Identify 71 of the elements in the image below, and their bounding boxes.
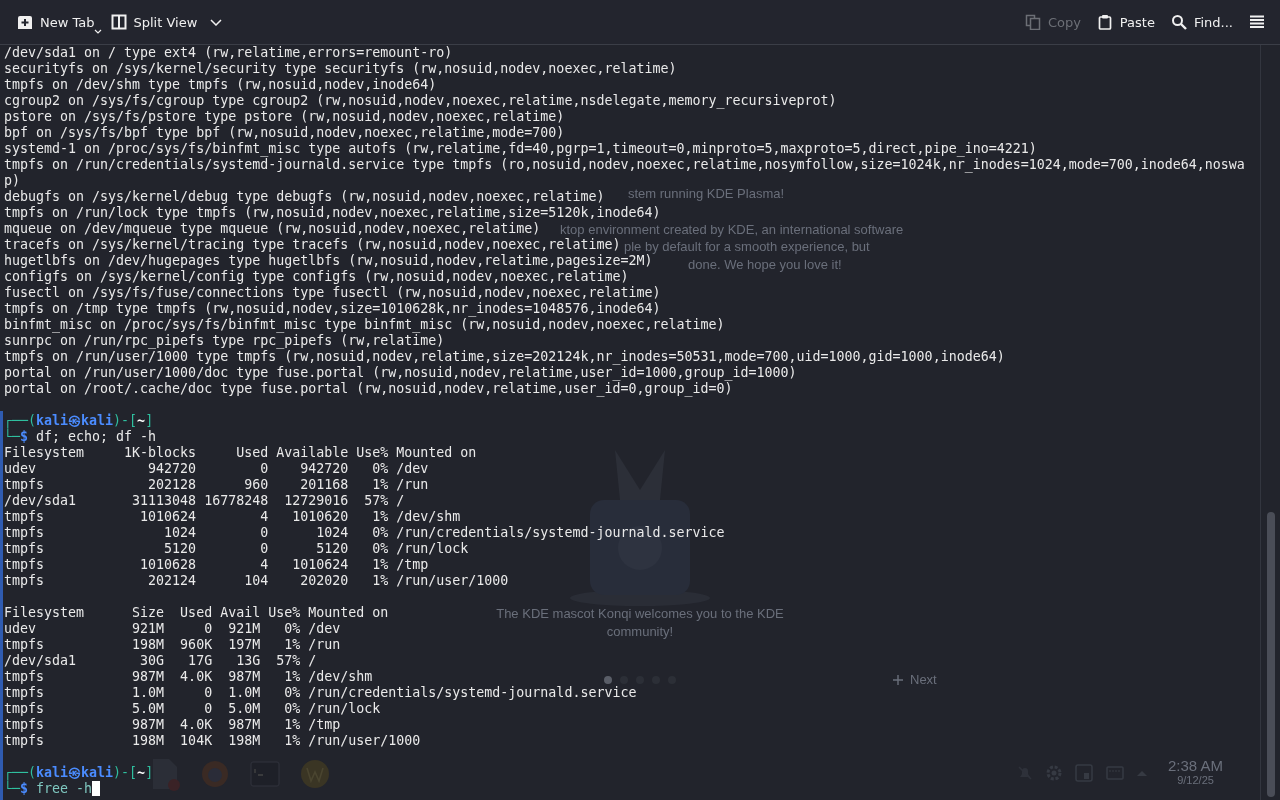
terminal-icon (250, 761, 280, 787)
prompt-user-host: kali㉿kali (36, 413, 114, 428)
prompt-sign: $ (20, 429, 29, 444)
output-line: tmpfs 202124 104 202020 1% /run/user/1000 (4, 573, 509, 589)
output-line: tracefs on /sys/kernel/tracing type tracefs (rw,nosuid,nodev,noexec,relatime) (4, 237, 621, 253)
output-line: tmpfs on /tmp type tmpfs (rw,nosuid,nodev,size=1010628k,nr_inodes=1048576,inode64) (4, 301, 661, 317)
output-line: /dev/sda1 31113048 16778248 12729016 57% / (4, 493, 405, 509)
output-line: tmpfs 1010624 4 1010620 1% /dev/shm (4, 509, 461, 525)
document-icon (150, 757, 180, 791)
paste-button[interactable]: Paste (1089, 10, 1162, 34)
output-line: tmpfs 202128 960 201168 1% /run (4, 477, 429, 493)
command-text: free -h (36, 781, 93, 796)
output-line: /dev/sda1 on / type ext4 (rw,relatime,errors=remount-ro) (4, 45, 453, 61)
output-line: tmpfs 987M 4.0K 987M 1% /tmp (4, 717, 341, 733)
prompt-bracket: └─ (4, 429, 20, 444)
welcome-text: ktop environment created by KDE, an international software (560, 222, 904, 237)
prompt-bracket: ┌──( (4, 413, 37, 428)
output-line: tmpfs 1.0M 0 1.0M 0% /run/credentials/systemd-journald.service (4, 685, 637, 701)
app-icon (300, 759, 330, 789)
output-line: tmpfs on /run/user/1000 type tmpfs (rw,nosuid,nodev,relatime,size=202124k,nr_inodes=50531,mode=700,uid=1000,gid=1000,inode64) (4, 349, 1005, 365)
output-line: tmpfs on /run/credentials/systemd-journald.service type tmpfs (ro,nosuid,nodev,noexec,relatime,nosymfollow,size=1024k,nr_inodes=1024,mode=700,inode64,noswap) (4, 157, 1246, 189)
output-line: udev 921M 0 921M 0% /dev (4, 621, 341, 637)
output-line: tmpfs 198M 104K 198M 1% /run/user/1000 (4, 733, 421, 749)
mascot-caption: The KDE mascot Konqi welcomes you to the KDE community! (495, 605, 785, 641)
output-line: sunrpc on /run/rpc_pipefs type rpc_pipefs (rw,relatime) (4, 333, 445, 349)
output-line: binfmt_misc on /proc/sys/fs/binfmt_misc type binfmt_misc (rw,nosuid,nodev,noexec,relatime) (4, 317, 725, 333)
prompt-bracket: ] (145, 765, 154, 780)
output-line: debugfs on /sys/kernel/debug type debugfs (rw,nosuid,nodev,noexec,relatime) (4, 189, 605, 205)
page-dot[interactable] (604, 676, 612, 684)
output-line: cgroup2 on /sys/fs/cgroup type cgroup2 (rw,nosuid,nodev,noexec,relatime,nsdelegate,memory_recursiveprot) (4, 93, 837, 109)
output-line: /dev/sda1 30G 17G 13G 57% / (4, 653, 317, 669)
output-line: mqueue on /dev/mqueue type mqueue (rw,nosuid,nodev,noexec,relatime) (4, 221, 541, 237)
output-line: portal on /run/user/1000/doc type fuse.portal (rw,nosuid,nodev,relatime,user_id=1000,group_id=1000) (4, 365, 797, 381)
output-line: systemd-1 on /proc/sys/fs/binfmt_misc type autofs (rw,relatime,fd=40,pgrp=1,timeout=0,minproto=5,maxproto=5,direct,pipe_ino=4221) (4, 141, 1037, 157)
prompt-bracket: )-[ (113, 765, 138, 780)
welcome-text: ple by default for a smooth experience, but (624, 239, 870, 254)
prompt-directory: ~ (137, 413, 146, 428)
find-button[interactable]: Find... (1163, 10, 1240, 34)
output-line: Filesystem Size Used Avail Use% Mounted on (4, 605, 389, 621)
output-line: tmpfs 5.0M 0 5.0M 0% /run/lock (4, 701, 381, 717)
new-tab-button[interactable]: New Tab (10, 10, 102, 34)
output-line: tmpfs on /run/lock type tmpfs (rw,nosuid,nodev,noexec,relatime,size=5120k,inode64) (4, 205, 661, 221)
gear-icon (1046, 764, 1062, 781)
output-line: tmpfs 5120 0 5120 0% /run/lock (4, 541, 469, 557)
welcome-text: done. We hope you love it! (688, 257, 842, 272)
output-line: fusectl on /sys/fs/fuse/connections type fusectl (rw,nosuid,nodev,noexec,relatime) (4, 285, 661, 301)
prompt-bracket: ] (145, 413, 154, 428)
prompt-user-host: kali㉿kali (36, 765, 114, 780)
prompt-bracket: ┌──( (4, 765, 37, 780)
browser-icon (200, 759, 230, 789)
output-line: pstore on /sys/fs/pstore type pstore (rw,nosuid,nodev,noexec,relatime) (4, 109, 565, 125)
output-line: udev 942720 0 942720 0% /dev (4, 461, 429, 477)
prompt-bracket: └─ (4, 781, 20, 796)
output-line: Filesystem 1K-blocks Used Available Use% Mounted on (4, 445, 477, 461)
plus-icon (892, 673, 904, 686)
command-text: df; echo; df -h (36, 429, 157, 444)
prompt-directory: ~ (137, 765, 146, 780)
output-line: bpf on /sys/fs/bpf type bpf (rw,nosuid,nodev,noexec,relatime,mode=700) (4, 125, 565, 141)
output-line: configfs on /sys/kernel/config type configfs (rw,nosuid,nodev,noexec,relatime) (4, 269, 629, 285)
output-line: securityfs on /sys/kernel/security type securityfs (rw,nosuid,nodev,noexec,relatime) (4, 61, 677, 77)
split-view-button[interactable]: Split View (103, 10, 230, 34)
output-line: portal on /root/.cache/doc type fuse.portal (rw,nosuid,nodev,relatime,user_id=0,group_id=0) (4, 381, 733, 397)
output-line: tmpfs 198M 960K 197M 1% /run (4, 637, 341, 653)
output-line: tmpfs on /dev/shm type tmpfs (rw,nosuid,nodev,inode64) (4, 77, 437, 93)
prompt-sign: $ (20, 781, 29, 796)
welcome-text: stem running KDE Plasma! (628, 186, 785, 201)
output-line: tmpfs 987M 4.0K 987M 1% /dev/shm (4, 669, 373, 685)
output-line: hugetlbfs on /dev/hugepages type hugetlbfs (rw,nosuid,nodev,relatime,pagesize=2M) (4, 253, 653, 269)
prompt-bracket: )-[ (113, 413, 138, 428)
output-line: tmpfs 1024 0 1024 0% /run/credentials/systemd-journald.service (4, 525, 725, 541)
output-line: tmpfs 1010628 4 1010624 1% /tmp (4, 557, 429, 573)
